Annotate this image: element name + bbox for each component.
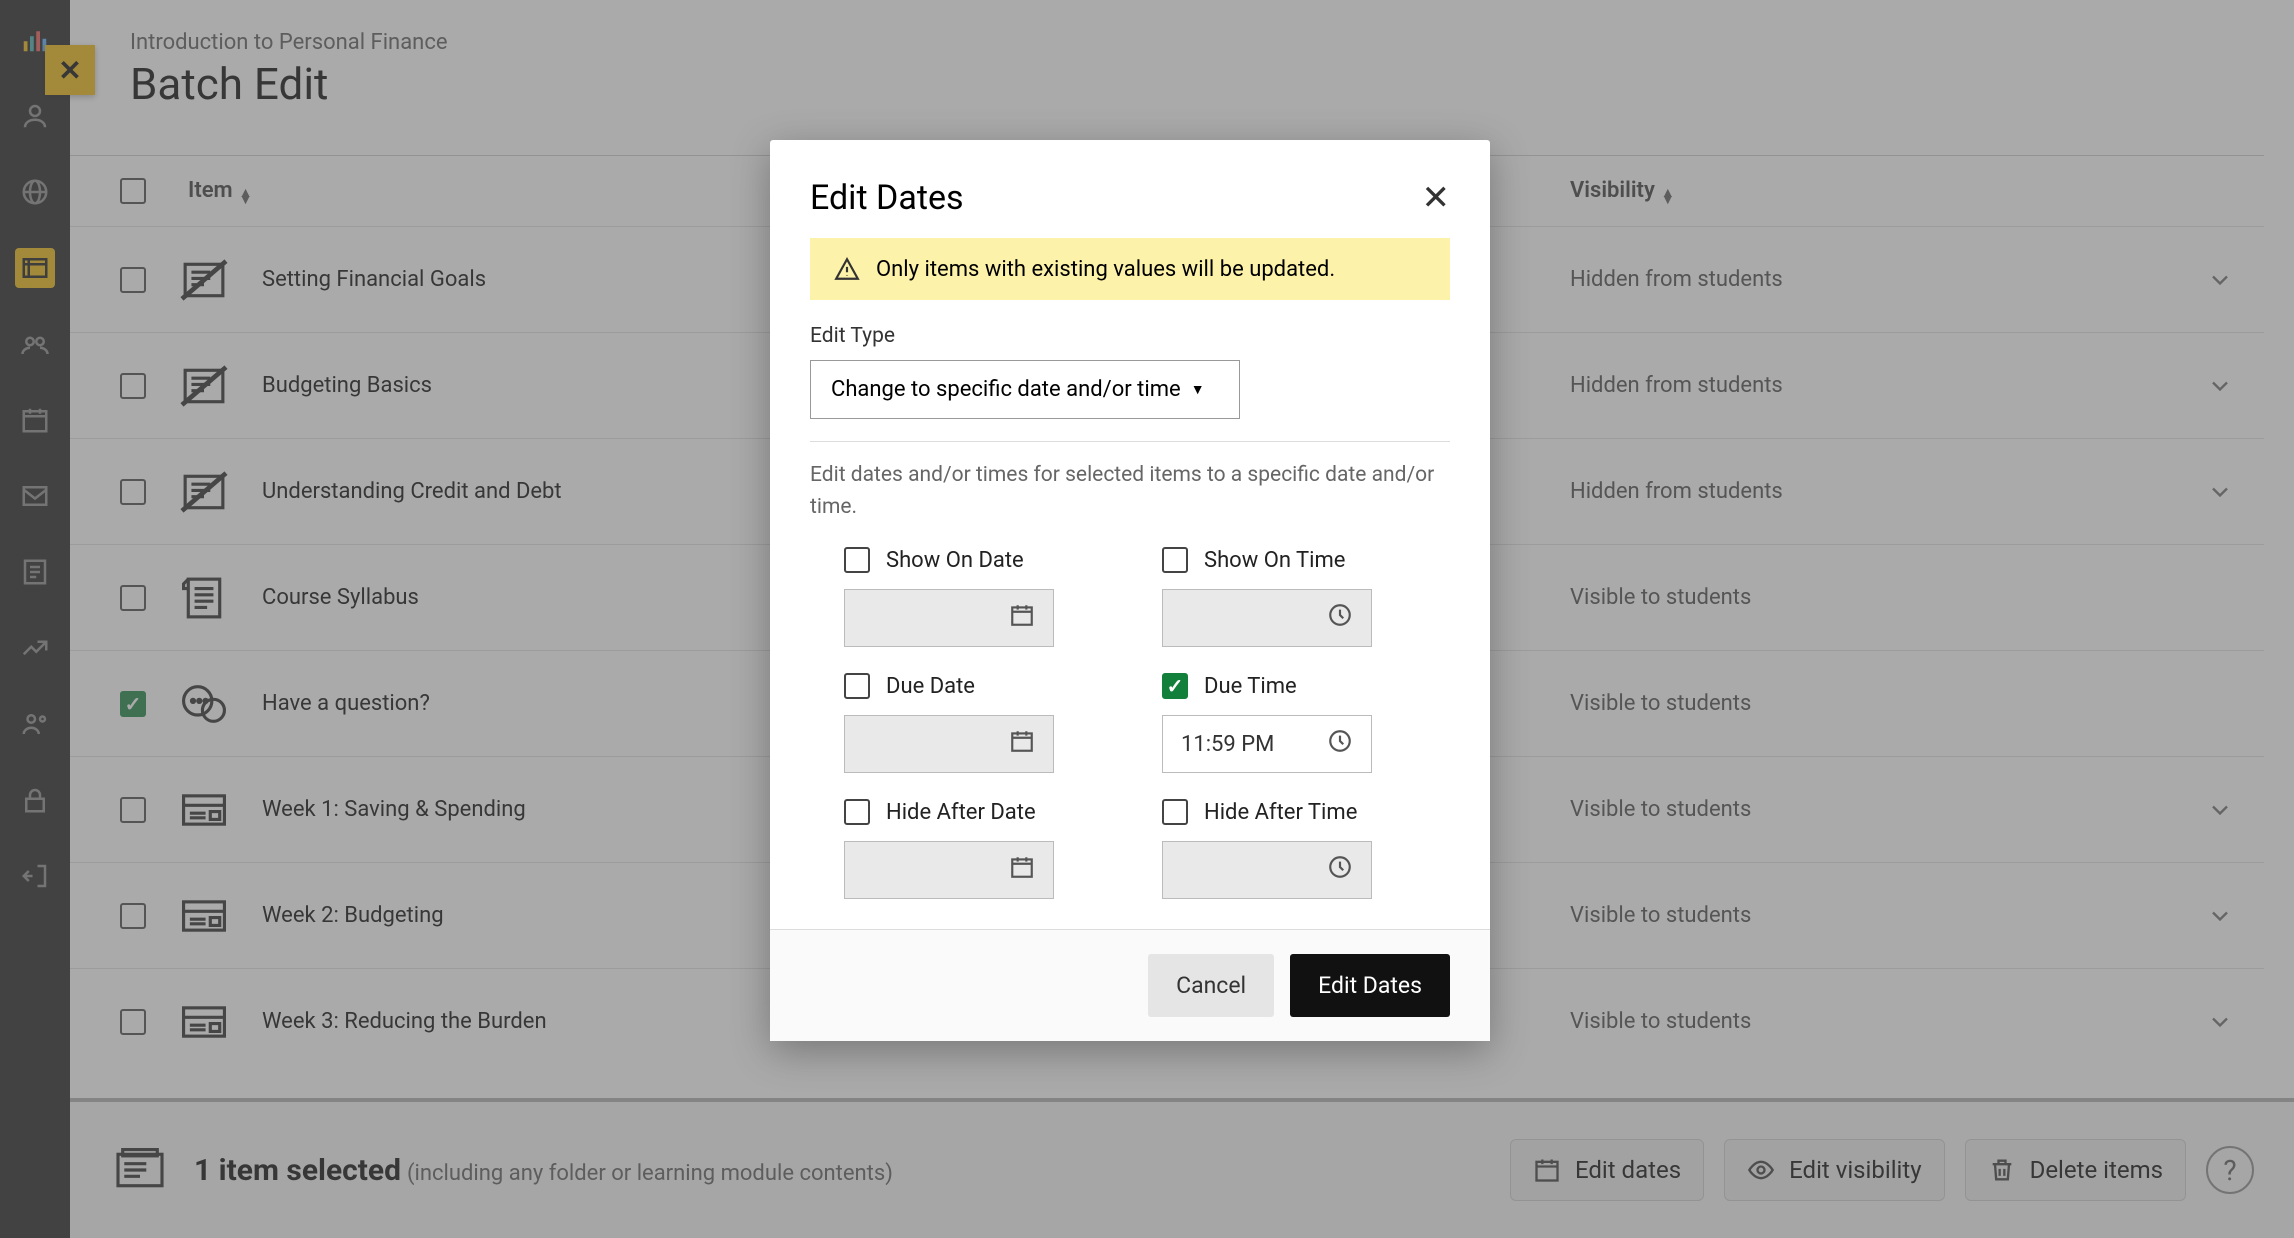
field-input [1162,589,1372,647]
field-checkbox[interactable] [1162,547,1188,573]
field-label: Hide After Time [1204,800,1357,825]
field-checkbox[interactable] [1162,799,1188,825]
field-hide-after-date: Hide After Date [844,799,1132,899]
calendar-icon[interactable] [1009,602,1035,634]
field-hide-after-time: Hide After Time [1162,799,1450,899]
field-label: Hide After Date [886,800,1036,825]
field-due-date: Due Date [844,673,1132,773]
warning-icon [834,256,860,282]
field-input [844,715,1054,773]
clock-icon[interactable] [1327,728,1353,760]
field-checkbox[interactable] [1162,673,1188,699]
field-label: Show On Date [886,548,1024,573]
field-label: Show On Time [1204,548,1345,573]
field-input [844,841,1054,899]
edit-dates-submit-button[interactable]: Edit Dates [1290,954,1450,1017]
edit-dates-modal: Edit Dates ✕ Only items with existing va… [770,140,1490,1041]
field-show-on-time: Show On Time [1162,547,1450,647]
clock-icon[interactable] [1327,854,1353,886]
field-input[interactable]: 11:59 PM [1162,715,1372,773]
cancel-button[interactable]: Cancel [1148,954,1274,1017]
modal-info-banner: Only items with existing values will be … [810,238,1450,300]
edit-type-select[interactable]: Change to specific date and/or time▼ [810,360,1240,419]
modal-helper-text: Edit dates and/or times for selected ite… [810,460,1450,523]
caret-down-icon: ▼ [1191,381,1205,398]
field-checkbox[interactable] [844,799,870,825]
field-input [1162,841,1372,899]
field-checkbox[interactable] [844,547,870,573]
field-checkbox[interactable] [844,673,870,699]
modal-close-button[interactable]: ✕ [1422,178,1451,218]
edit-type-label: Edit Type [810,324,1450,348]
field-value: 11:59 PM [1181,732,1274,757]
field-due-time: Due Time 11:59 PM [1162,673,1450,773]
field-show-on-date: Show On Date [844,547,1132,647]
field-label: Due Time [1204,674,1297,699]
field-label: Due Date [886,674,975,699]
calendar-icon[interactable] [1009,728,1035,760]
modal-title: Edit Dates [810,178,964,218]
clock-icon[interactable] [1327,602,1353,634]
field-input [844,589,1054,647]
calendar-icon[interactable] [1009,854,1035,886]
